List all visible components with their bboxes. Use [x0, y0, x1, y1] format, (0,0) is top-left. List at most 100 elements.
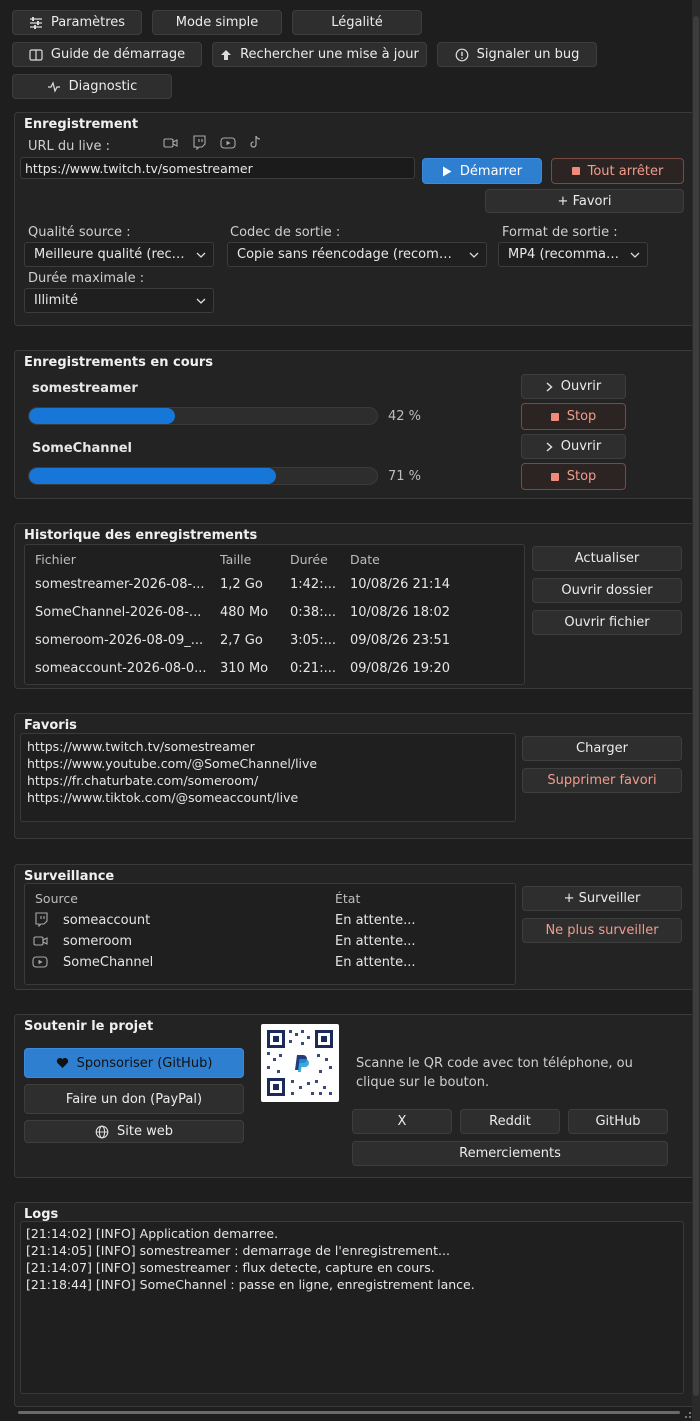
getting-started-label: Guide de démarrage [50, 47, 186, 62]
heart-icon [56, 1057, 68, 1068]
open-folder-button[interactable]: Ouvrir dossier [532, 578, 682, 603]
donate-button[interactable]: Faire un don (PayPal) [24, 1084, 244, 1114]
stop-square-icon [550, 472, 559, 481]
remove-favorite-button[interactable]: Supprimer favori [522, 768, 682, 793]
report-bug-button[interactable]: Signaler un bug [437, 42, 597, 67]
cell-state: En attente... [335, 913, 416, 928]
url-label: URL du live : [28, 139, 110, 154]
codec-label: Codec de sortie : [230, 225, 341, 240]
column-header-file[interactable]: Fichier [35, 552, 76, 567]
horizontal-scrollbar[interactable] [18, 1411, 680, 1414]
stop-button[interactable]: Stop [521, 403, 626, 430]
cell-source: someroom [63, 934, 133, 949]
x-button[interactable]: X [352, 1109, 452, 1134]
simple-mode-button[interactable]: Mode simple [152, 10, 282, 35]
cell-duration: 1:42:... [290, 577, 336, 592]
duration-select[interactable]: Illimité [24, 288, 214, 313]
log-line: [21:14:02] [INFO] Application demarree. [26, 1226, 279, 1241]
qr-code-icon [267, 1030, 333, 1096]
sliders-icon [29, 16, 42, 29]
settings-button[interactable]: Paramètres [12, 10, 142, 35]
legal-button[interactable]: Légalité [292, 10, 422, 35]
column-header-duration[interactable]: Durée [290, 552, 328, 567]
reddit-button[interactable]: Reddit [460, 1109, 560, 1134]
log-line: [21:18:44] [INFO] SomeChannel : passe en… [26, 1277, 475, 1292]
cell-size: 480 Mo [220, 605, 269, 620]
progress-text: 42 % [388, 409, 422, 424]
logs-title: Logs [24, 1207, 59, 1222]
youtube-icon [32, 956, 48, 968]
thanks-button[interactable]: Remerciements [352, 1141, 668, 1166]
format-select[interactable]: MP4 (recommandé) [498, 242, 648, 267]
log-line: [21:14:07] [INFO] somestreamer : flux de… [26, 1260, 435, 1275]
cell-source: someaccount [63, 913, 151, 928]
settings-label: Paramètres [50, 15, 126, 30]
progress-fill [29, 468, 277, 484]
stop-all-label: Tout arrêter [587, 163, 664, 179]
thanks-label: Remerciements [459, 1146, 561, 1161]
column-header-state[interactable]: État [335, 891, 360, 906]
refresh-button[interactable]: Actualiser [532, 546, 682, 571]
duration-label: Durée maximale : [28, 271, 145, 286]
scrollbar-thumb[interactable] [693, 16, 699, 1396]
website-button[interactable]: Site web [24, 1120, 244, 1143]
logs-output[interactable]: [21:14:02] [INFO] Application demarree. … [20, 1221, 684, 1394]
column-header-date[interactable]: Date [350, 552, 380, 567]
start-label: Démarrer [459, 163, 523, 179]
cell-state: En attente... [335, 955, 416, 970]
qr-instructions: Scanne le QR code avec ton téléphone, ou… [356, 1056, 633, 1090]
sponsor-button[interactable]: Sponsoriser (GitHub) [24, 1048, 244, 1078]
open-button[interactable]: Ouvrir [521, 374, 626, 399]
add-monitor-button[interactable]: + Surveiller [522, 886, 682, 911]
progress-bar [28, 407, 378, 425]
alert-circle-icon [455, 48, 469, 61]
cell-file: someroom-2026-08-09_... [35, 633, 204, 648]
progress-fill [29, 408, 176, 424]
donate-label: Faire un don (PayPal) [65, 1091, 203, 1107]
chevron-down-icon [196, 252, 206, 258]
qr-code-image[interactable] [261, 1024, 339, 1102]
add-favorite-label: + Favori [557, 193, 612, 209]
remove-monitor-button[interactable]: Ne plus surveiller [522, 918, 682, 943]
column-header-size[interactable]: Taille [220, 552, 251, 567]
url-input[interactable]: https://www.twitch.tv/somestreamer [20, 157, 415, 179]
check-update-button[interactable]: Rechercher une mise à jour [212, 42, 427, 67]
support-title: Soutenir le projet [24, 1019, 154, 1034]
column-header-source[interactable]: Source [35, 891, 78, 906]
list-item[interactable]: https://www.youtube.com/@SomeChannel/liv… [27, 755, 509, 772]
camera-icon [163, 138, 178, 148]
start-button[interactable]: Démarrer [422, 158, 542, 184]
diagnostic-button[interactable]: Diagnostic [12, 74, 172, 99]
getting-started-button[interactable]: Guide de démarrage [12, 42, 202, 67]
diagnostic-label: Diagnostic [68, 79, 138, 94]
codec-value: Copie sans réencodage (recommandé) [237, 247, 460, 262]
recording-title: Enregistrement [24, 117, 139, 132]
stop-all-button[interactable]: Tout arrêter [551, 158, 684, 184]
cell-date: 10/08/26 21:14 [350, 577, 450, 592]
cell-duration: 3:05:... [290, 633, 336, 648]
list-item[interactable]: https://fr.chaturbate.com/someroom/ [27, 772, 509, 789]
open-button[interactable]: Ouvrir [521, 434, 626, 459]
stop-label: Stop [566, 409, 597, 424]
open-label: Ouvrir [560, 439, 602, 454]
quality-select[interactable]: Meilleure qualité (recommandée) [24, 242, 214, 267]
github-label: GitHub [595, 1114, 641, 1129]
list-item[interactable]: https://www.tiktok.com/@someaccount/live [27, 789, 509, 806]
list-item[interactable]: https://www.twitch.tv/somestreamer [27, 738, 509, 755]
cell-size: 2,7 Go [220, 633, 263, 648]
cell-date: 09/08/26 23:51 [350, 633, 450, 648]
open-file-label: Ouvrir fichier [564, 615, 650, 630]
vertical-scrollbar[interactable] [692, 0, 700, 1421]
simple-mode-label: Mode simple [175, 15, 259, 30]
duration-value: Illimité [34, 293, 79, 308]
pulse-icon [47, 80, 60, 93]
cell-file: somestreamer-2026-08-... [35, 577, 205, 592]
progress-text: 71 % [388, 469, 422, 484]
stop-button[interactable]: Stop [521, 463, 626, 490]
codec-select[interactable]: Copie sans réencodage (recommandé) [227, 242, 487, 267]
github-button[interactable]: GitHub [568, 1109, 668, 1134]
open-file-button[interactable]: Ouvrir fichier [532, 610, 682, 635]
add-favorite-button[interactable]: + Favori [485, 189, 684, 213]
play-icon [442, 166, 452, 176]
load-favorite-button[interactable]: Charger [522, 736, 682, 761]
